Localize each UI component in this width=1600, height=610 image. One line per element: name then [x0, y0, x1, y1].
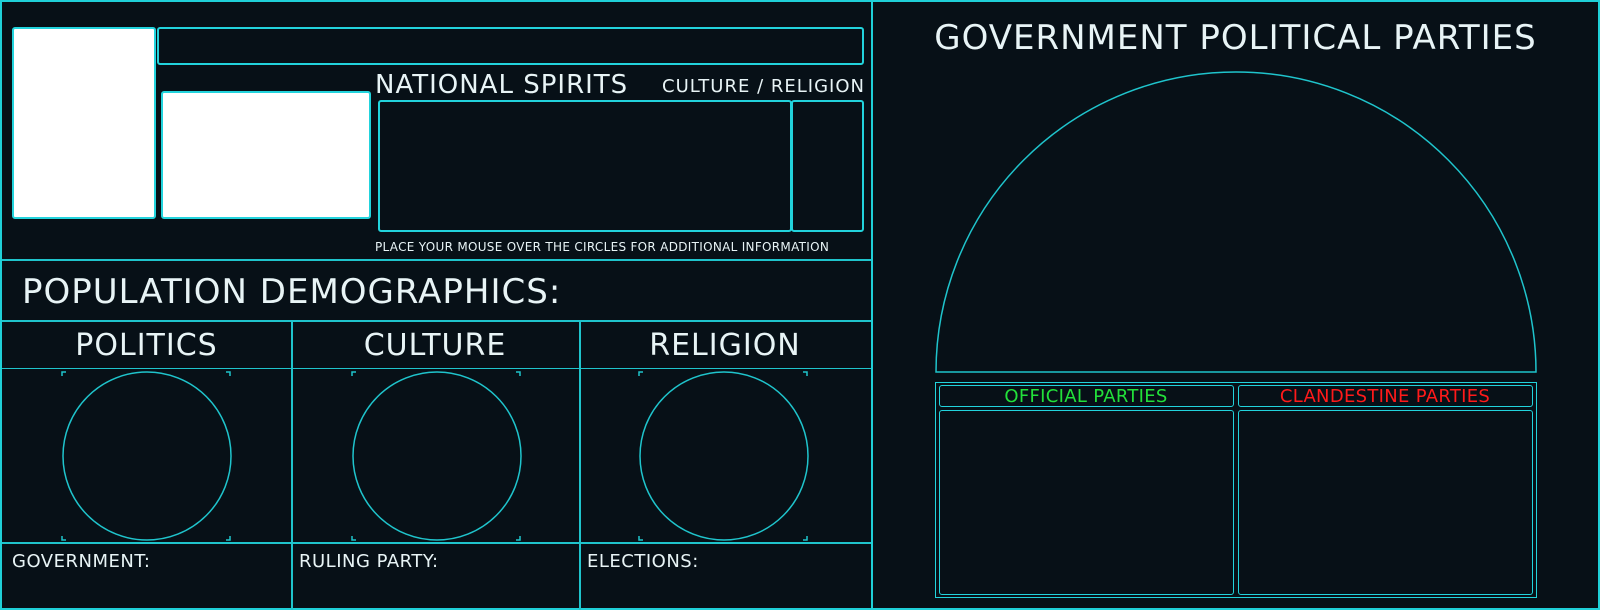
political-parties-title: GOVERNMENT POLITICAL PARTIES — [934, 18, 1537, 58]
top-divider — [2, 259, 871, 261]
political-overview-screen: NATIONAL SPIRITS CULTURE / RELIGION PLAC… — [0, 0, 1600, 610]
religion-pie-circle[interactable] — [639, 371, 809, 541]
politics-title: POLITICS — [75, 328, 218, 363]
national-spirits-heading: NATIONAL SPIRITS — [375, 70, 629, 100]
country-flag-slot — [12, 27, 156, 219]
hover-hint-text: PLACE YOUR MOUSE OVER THE CIRCLES FOR AD… — [375, 240, 830, 254]
clandestine-parties-list[interactable] — [1238, 410, 1533, 595]
clandestine-parties-header: CLANDESTINE PARTIES — [1238, 385, 1533, 407]
clandestine-parties-label: CLANDESTINE PARTIES — [1279, 386, 1491, 407]
footer-divider — [2, 542, 871, 544]
religion-title: RELIGION — [649, 328, 801, 363]
demographics-circles — [61, 371, 809, 541]
demographics-divider — [2, 320, 871, 322]
country-name-bar — [157, 27, 864, 65]
ruling-party-label: RULING PARTY: — [299, 551, 439, 572]
political-parties-panel: GOVERNMENT POLITICAL PARTIES OFFICIAL PA… — [871, 0, 1600, 610]
politics-pie-circle[interactable] — [62, 371, 232, 541]
government-label: GOVERNMENT: — [12, 551, 151, 572]
columns-title-divider — [2, 368, 871, 369]
culture-religion-heading: CULTURE / RELIGION — [662, 76, 865, 97]
culture-religion-box[interactable] — [791, 100, 864, 232]
culture-pie-circle[interactable] — [352, 371, 522, 541]
elections-label: ELECTIONS: — [587, 551, 699, 572]
parliament-chart[interactable] — [935, 70, 1537, 375]
population-demographics-title: POPULATION DEMOGRAPHICS: — [22, 272, 562, 312]
official-parties-label: OFFICIAL PARTIES — [1004, 386, 1168, 407]
official-parties-header: OFFICIAL PARTIES — [939, 385, 1234, 407]
leader-portrait-slot — [161, 91, 371, 219]
national-spirits-box[interactable] — [378, 100, 792, 232]
country-overview-panel: NATIONAL SPIRITS CULTURE / RELIGION PLAC… — [0, 0, 873, 610]
culture-title: CULTURE — [363, 328, 507, 363]
official-parties-list[interactable] — [939, 410, 1234, 595]
